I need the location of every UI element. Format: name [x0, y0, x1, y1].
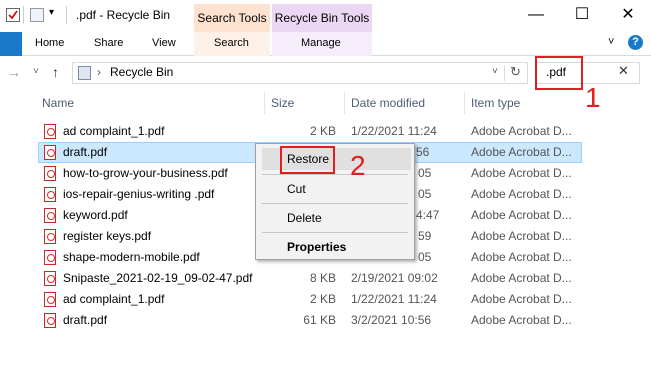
file-name: ios-repair-genius-writing .pdf [63, 187, 215, 201]
file-size: 61 KB [303, 313, 336, 327]
column-divider[interactable] [464, 92, 465, 114]
pdf-file-icon [44, 250, 56, 265]
column-size[interactable]: Size [271, 96, 294, 110]
file-date: 1/22/2021 11:24 [351, 124, 437, 138]
file-date: 2/19/2021 09:02 [351, 271, 438, 285]
back-arrow-icon[interactable]: → [7, 64, 21, 80]
menu-separator [262, 203, 408, 204]
pdf-file-icon [44, 187, 56, 202]
up-arrow-icon[interactable]: ↑ [52, 64, 59, 80]
column-date-modified[interactable]: Date modified [351, 96, 425, 110]
annotation-box-restore [280, 146, 335, 174]
close-button[interactable]: ✕ [605, 0, 651, 30]
pdf-file-icon [44, 166, 56, 181]
file-name: shape-modern-mobile.pdf [63, 250, 200, 264]
maximize-button[interactable]: ☐ [559, 0, 605, 30]
file-type: Adobe Acrobat D... [471, 292, 572, 306]
file-date: 1/22/2021 11:24 [351, 292, 437, 306]
recent-locations-icon[interactable]: ˅ [33, 66, 39, 77]
file-type: Adobe Acrobat D... [471, 250, 572, 264]
annotation-step-2: 2 [350, 150, 366, 181]
refresh-icon[interactable]: ↻ [510, 64, 521, 80]
menu-separator [262, 232, 408, 233]
pdf-file-icon [44, 208, 56, 223]
blank-page-icon[interactable] [30, 8, 44, 22]
file-type: Adobe Acrobat D... [471, 208, 572, 222]
menu-separator [262, 174, 408, 175]
file-size: 2 KB [309, 292, 336, 306]
divider [504, 65, 505, 81]
file-type: Adobe Acrobat D... [471, 124, 572, 138]
column-divider[interactable] [264, 92, 265, 114]
window-title: .pdf - Recycle Bin [76, 8, 171, 22]
tab-manage[interactable]: Manage [301, 37, 341, 49]
file-date: 3/2/2021 10:56 [351, 313, 432, 327]
customize-toolbar-icon[interactable]: ▾ [49, 7, 54, 18]
file-type: Adobe Acrobat D... [471, 271, 572, 285]
file-name: ad complaint_1.pdf [63, 124, 165, 138]
file-type: Adobe Acrobat D... [471, 166, 572, 180]
pdf-file-icon [44, 271, 56, 286]
pdf-file-icon [44, 124, 56, 139]
help-icon[interactable]: ? [628, 35, 643, 50]
menu-item-properties[interactable]: Properties [287, 240, 346, 254]
annotation-box-search [535, 56, 583, 90]
address-dropdown-icon[interactable]: ˅ [492, 66, 498, 77]
file-type: Adobe Acrobat D... [471, 313, 572, 327]
checkmark-doc-icon[interactable] [6, 8, 20, 22]
pdf-file-icon [44, 145, 56, 160]
pdf-file-icon [44, 313, 56, 328]
file-name: ad complaint_1.pdf [63, 292, 165, 306]
file-name: draft.pdf [63, 313, 108, 327]
tab-share[interactable]: Share [94, 37, 123, 49]
chevron-down-icon[interactable]: ˅ [608, 36, 614, 48]
file-size: 8 KB [309, 271, 336, 285]
recycle-bin-icon [78, 66, 91, 80]
file-name: draft.pdf [63, 145, 108, 159]
annotation-step-1: 1 [585, 82, 601, 113]
pdf-file-icon [44, 292, 56, 307]
divider [66, 6, 67, 24]
file-type: Adobe Acrobat D... [471, 145, 572, 159]
file-name: keyword.pdf [63, 208, 128, 222]
file-tab[interactable] [0, 32, 22, 56]
divider [23, 6, 24, 24]
tab-search[interactable]: Search [214, 37, 249, 49]
pdf-file-icon [44, 229, 56, 244]
clear-search-icon[interactable]: ✕ [618, 63, 629, 79]
file-size: 2 KB [309, 124, 336, 138]
tab-view[interactable]: View [152, 37, 176, 49]
breadcrumb-recycle-bin[interactable]: Recycle Bin [110, 65, 173, 79]
breadcrumb-separator: › [97, 65, 101, 79]
column-item-type[interactable]: Item type [471, 96, 520, 110]
menu-item-delete[interactable]: Delete [287, 211, 322, 225]
tab-home[interactable]: Home [35, 37, 64, 49]
file-name: how-to-grow-your-business.pdf [63, 166, 228, 180]
column-divider[interactable] [344, 92, 345, 114]
file-type: Adobe Acrobat D... [471, 187, 572, 201]
column-name[interactable]: Name [42, 96, 74, 110]
context-tab-search-tools: Search Tools [194, 4, 270, 32]
file-name: Snipaste_2021-02-19_09-02-47.pdf [63, 271, 253, 285]
minimize-button[interactable]: — [513, 0, 559, 30]
context-tab-recycle-bin-tools: Recycle Bin Tools [272, 4, 372, 32]
file-type: Adobe Acrobat D... [471, 229, 572, 243]
file-name: register keys.pdf [63, 229, 152, 243]
menu-item-cut[interactable]: Cut [287, 182, 306, 196]
